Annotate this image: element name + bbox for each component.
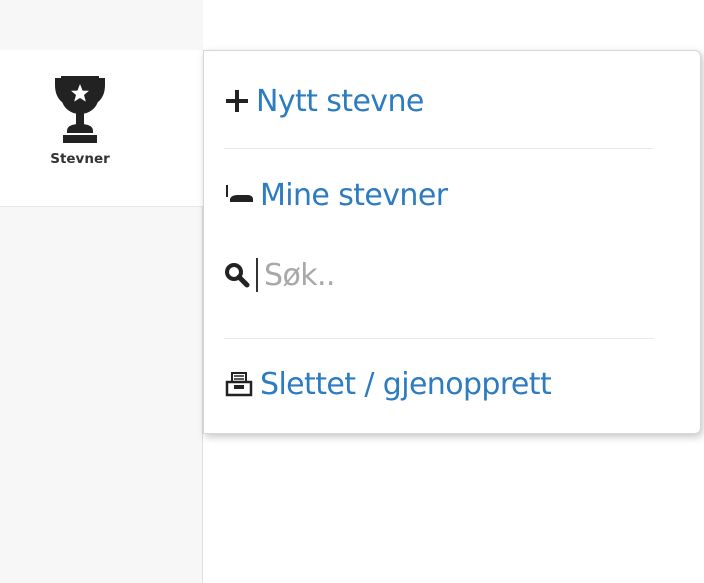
my-events-label: Mine stevner bbox=[260, 177, 448, 213]
new-event-item[interactable]: Nytt stevne bbox=[224, 79, 424, 123]
dropdown-menu: Nytt stevne Mine stevner Slettet / gjeno… bbox=[203, 50, 701, 434]
deleted-restore-item[interactable]: Slettet / gjenopprett bbox=[224, 362, 552, 406]
sidebar-top bbox=[0, 0, 203, 50]
sidebar-item-label: Stevner bbox=[50, 151, 110, 167]
menu-divider bbox=[224, 148, 654, 149]
person-icon bbox=[226, 185, 253, 202]
menu-divider bbox=[224, 338, 654, 339]
my-events-item[interactable]: Mine stevner bbox=[224, 173, 448, 217]
search-input[interactable] bbox=[256, 258, 564, 292]
trophy-icon bbox=[55, 76, 105, 143]
new-event-label: Nytt stevne bbox=[256, 83, 424, 119]
deleted-restore-label: Slettet / gjenopprett bbox=[260, 366, 552, 402]
search-item[interactable] bbox=[224, 253, 564, 297]
archive-icon bbox=[225, 372, 253, 397]
plus-icon bbox=[226, 90, 248, 112]
search-icon bbox=[225, 263, 250, 288]
